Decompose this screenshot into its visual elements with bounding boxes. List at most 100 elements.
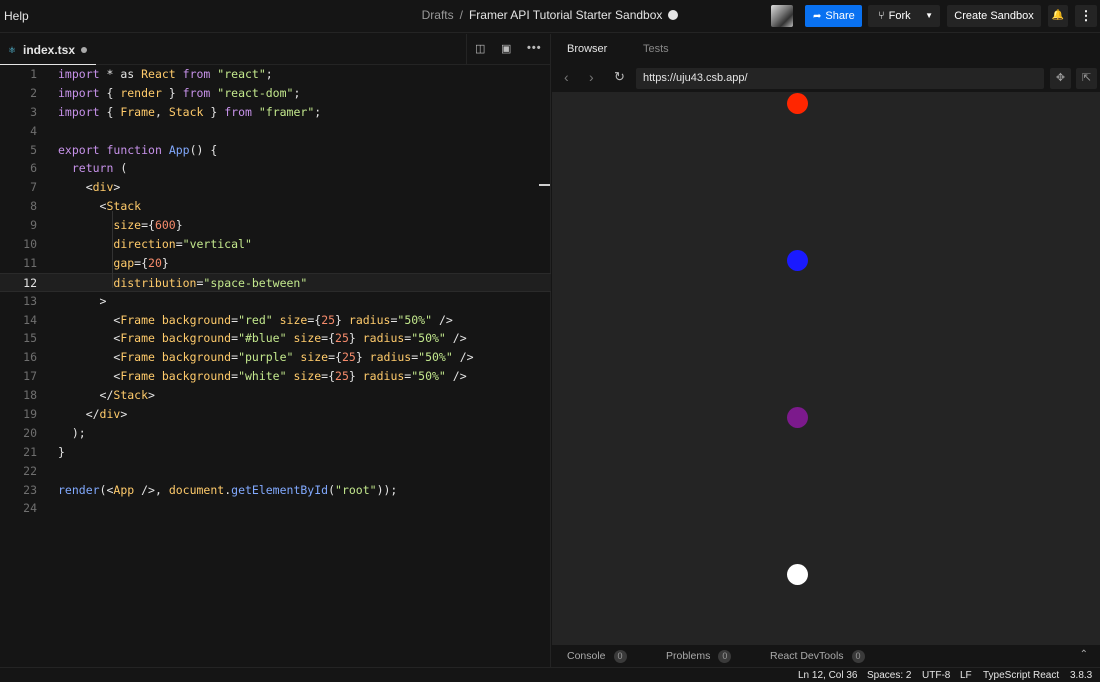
- code-text: import { render } from "react-dom";: [58, 84, 300, 103]
- react-devtools-tab[interactable]: React DevTools 0: [770, 650, 865, 663]
- share-button[interactable]: ➦ Share: [805, 5, 862, 27]
- code-line[interactable]: 2 import { render } from "react-dom";: [0, 84, 551, 103]
- fork-button[interactable]: ⑂ Fork ▼: [868, 5, 940, 27]
- fork-label: Fork: [888, 10, 911, 22]
- devtools-label: React DevTools: [770, 650, 844, 662]
- code-line[interactable]: 3 import { Frame, Stack } from "framer";: [0, 103, 551, 122]
- preview-circle: [787, 93, 808, 114]
- code-token: ;: [314, 104, 322, 119]
- code-line[interactable]: 6 return (: [0, 159, 551, 178]
- typescript-version[interactable]: 3.8.3: [1070, 670, 1092, 681]
- forward-arrow-icon[interactable]: ›: [589, 69, 594, 85]
- code-line[interactable]: 9 size={600}: [0, 216, 551, 235]
- editor-tab-index[interactable]: ⚛ index.tsx: [0, 34, 96, 65]
- code-token: distribution: [113, 275, 197, 290]
- code-line[interactable]: 21}: [0, 443, 551, 462]
- code-token: 25: [335, 331, 349, 346]
- more-menu-icon[interactable]: ⋮: [1075, 5, 1097, 27]
- code-text: <Frame background="#blue" size={25} radi…: [58, 329, 466, 348]
- chevron-down-icon[interactable]: ▼: [925, 5, 933, 27]
- refresh-icon[interactable]: ↻: [614, 69, 625, 85]
- code-token: Stack: [168, 104, 204, 119]
- breadcrumb-drafts[interactable]: Drafts: [422, 8, 454, 22]
- code-line[interactable]: 24: [0, 499, 551, 518]
- indent-guide: [112, 211, 113, 288]
- avatar[interactable]: [771, 5, 793, 27]
- code-token: }: [203, 104, 225, 119]
- console-tab[interactable]: Console 0: [567, 650, 627, 663]
- code-line[interactable]: 23 render(<App />, document.getElementByI…: [0, 481, 551, 500]
- chevron-up-icon[interactable]: ⌃: [1080, 649, 1088, 660]
- code-token: ;: [265, 67, 273, 81]
- code-token: App: [168, 142, 190, 157]
- code-text: <Frame background="purple" size={25} rad…: [58, 348, 473, 367]
- code-line[interactable]: 15 <Frame background="#blue" size={25} r…: [0, 329, 551, 348]
- scroll-marker[interactable]: [539, 184, 550, 186]
- code-token: />: [432, 312, 453, 327]
- code-token: "#blue": [238, 331, 287, 346]
- code-token: 25: [321, 312, 336, 327]
- code-line[interactable]: 8 <Stack: [0, 197, 551, 216]
- code-token: from: [182, 67, 211, 81]
- code-line[interactable]: 11 gap={20}: [0, 254, 551, 273]
- eol-setting[interactable]: LF: [960, 670, 972, 681]
- globe-icon: [668, 10, 679, 20]
- code-text: </Stack>: [58, 386, 155, 405]
- back-arrow-icon[interactable]: ‹: [564, 69, 569, 85]
- unsaved-dot-icon[interactable]: [81, 47, 87, 53]
- language-mode[interactable]: TypeScript React: [983, 670, 1059, 681]
- code-text: export function App() {: [58, 141, 217, 160]
- code-token: >: [120, 407, 128, 422]
- notifications-bell-icon[interactable]: 🔔: [1048, 5, 1068, 27]
- tab-browser[interactable]: Browser: [567, 43, 607, 55]
- editor-tab-bar: ⚛ index.tsx ◫ ▣ •••: [0, 34, 550, 65]
- code-line[interactable]: 5 export function App() {: [0, 141, 551, 160]
- tab-tests[interactable]: Tests: [643, 43, 669, 55]
- code-line[interactable]: 14 <Frame background="red" size={25} rad…: [0, 311, 551, 330]
- code-line[interactable]: 19 </div>: [0, 405, 551, 424]
- code-token: ={: [321, 331, 336, 346]
- code-token: (: [328, 482, 336, 497]
- more-horizontal-icon[interactable]: •••: [527, 42, 542, 54]
- code-line[interactable]: 13 >: [0, 292, 551, 311]
- code-line[interactable]: 7 <div>: [0, 178, 551, 197]
- problems-tab[interactable]: Problems 0: [666, 650, 732, 663]
- code-line[interactable]: 1 import * as React from "react";: [0, 65, 551, 84]
- code-token: background: [161, 350, 232, 365]
- code-line[interactable]: 22: [0, 462, 551, 481]
- code-token: radius: [362, 331, 405, 346]
- indentation-setting[interactable]: Spaces: 2: [867, 670, 911, 681]
- url-input[interactable]: https://uju43.csb.app/: [636, 68, 1044, 89]
- preview-viewport[interactable]: [552, 93, 1100, 644]
- code-text: distribution="space-between": [58, 274, 307, 293]
- line-number: 11: [23, 255, 37, 270]
- encoding-setting[interactable]: UTF-8: [922, 670, 950, 681]
- code-line[interactable]: 17 <Frame background="white" size={25} r…: [0, 367, 551, 386]
- code-line[interactable]: 4: [0, 122, 551, 141]
- code-token: >: [113, 180, 121, 195]
- code-area[interactable]: 1 import * as React from "react"; 2 import …: [0, 65, 551, 518]
- code-token: ));: [376, 482, 398, 497]
- code-token: />: [445, 369, 467, 384]
- preview-circle: [787, 564, 808, 585]
- code-line[interactable]: 12 distribution="space-between": [0, 272, 551, 293]
- code-line[interactable]: 20 );: [0, 424, 551, 443]
- code-token: getElementById: [231, 482, 329, 497]
- code-token: <: [58, 350, 121, 365]
- code-token: function: [106, 142, 162, 157]
- code-token: "50%": [418, 350, 453, 365]
- code-line[interactable]: 18 </Stack>: [0, 386, 551, 405]
- open-new-window-icon[interactable]: ⇱: [1076, 68, 1097, 89]
- code-token: from: [224, 104, 252, 119]
- split-view-icon[interactable]: ◫: [475, 42, 485, 55]
- responsive-view-icon[interactable]: ✥: [1050, 68, 1071, 89]
- sandbox-title[interactable]: Framer API Tutorial Starter Sandbox: [469, 8, 662, 22]
- open-preview-icon[interactable]: ▣: [501, 42, 511, 55]
- line-number: 7: [30, 180, 37, 195]
- cursor-position[interactable]: Ln 12, Col 36: [798, 670, 858, 681]
- code-token: }: [348, 369, 363, 384]
- code-line[interactable]: 10 direction="vertical": [0, 235, 551, 254]
- create-sandbox-button[interactable]: Create Sandbox: [947, 5, 1041, 27]
- code-line[interactable]: 16 <Frame background="purple" size={25} …: [0, 348, 551, 367]
